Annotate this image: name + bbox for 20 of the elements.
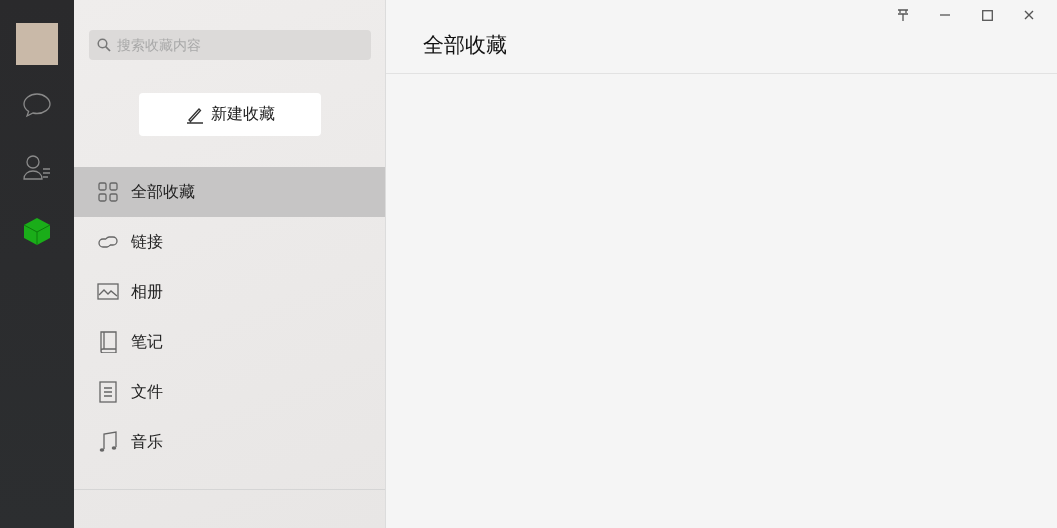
chat-bubble-icon[interactable] <box>22 90 52 120</box>
category-item[interactable]: 链接 <box>74 217 385 267</box>
category-item[interactable]: 相册 <box>74 267 385 317</box>
maximize-icon <box>981 9 993 21</box>
book-icon <box>97 331 119 353</box>
minimize-icon <box>940 14 950 16</box>
category-item[interactable]: 笔记 <box>74 317 385 367</box>
category-item[interactable]: 音乐 <box>74 417 385 467</box>
pin-icon <box>897 9 909 21</box>
person-list-icon[interactable] <box>22 153 52 183</box>
document-icon <box>97 381 119 403</box>
grid-icon <box>97 181 119 203</box>
page-title: 全部收藏 <box>423 32 507 59</box>
close-icon <box>1024 10 1034 20</box>
cube-icon[interactable] <box>22 216 52 246</box>
category-item[interactable]: 文件 <box>74 367 385 417</box>
picture-icon <box>97 281 119 303</box>
new-favorite-button[interactable]: 新建收藏 <box>139 93 321 136</box>
music-note-icon <box>97 431 119 453</box>
category-item[interactable]: 全部收藏 <box>74 167 385 217</box>
